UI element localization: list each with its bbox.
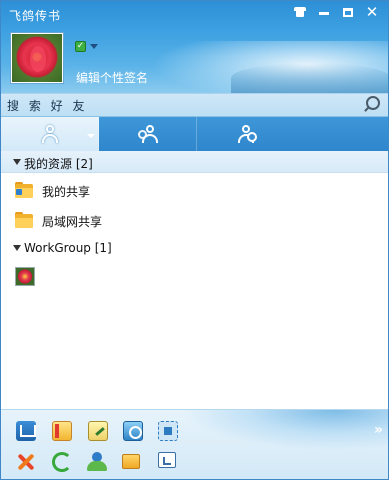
person-icon	[41, 125, 59, 143]
main-window: 飞鸽传书 ✕ ✓ 编辑个性签名 搜 索 好 友 我的资源 [2] 我的共享 局域…	[0, 0, 389, 480]
item-label: 我的共享	[42, 185, 91, 199]
second-person	[138, 130, 147, 139]
recent-contacts-icon	[237, 125, 257, 143]
shirt-icon	[294, 7, 306, 17]
tab-groups[interactable]	[99, 117, 197, 151]
contact-list: 我的资源 [2] 我的共享 局域网共享 WorkGroup [1]	[1, 151, 388, 409]
more-tools-icon[interactable]: »	[374, 422, 383, 438]
refresh-icon[interactable]	[52, 452, 72, 472]
expand-arrow-icon[interactable]	[13, 245, 21, 251]
group-label: WorkGroup [1]	[24, 241, 112, 255]
list-item-lan-share[interactable]: 局域网共享	[1, 206, 388, 236]
expand-arrow-icon[interactable]	[13, 159, 21, 165]
group-workgroup[interactable]: WorkGroup [1]	[1, 237, 388, 259]
group-label: 我的资源 [2]	[24, 157, 93, 171]
minimize-icon	[319, 11, 329, 15]
online-status-icon[interactable]: ✓	[75, 41, 86, 52]
search-bar[interactable]: 搜 索 好 友	[1, 93, 388, 117]
person-head	[46, 125, 54, 133]
folder-icon[interactable]	[122, 454, 140, 469]
people-icon	[138, 125, 159, 143]
user-manager-icon[interactable]	[87, 452, 107, 472]
signature-field[interactable]: 编辑个性签名	[76, 69, 148, 86]
lan-folder-icon	[15, 212, 33, 228]
window-controls: ✕	[288, 3, 384, 21]
clock-icon	[247, 132, 257, 142]
tools-icon[interactable]	[16, 452, 36, 472]
person-head	[146, 125, 154, 133]
tab-recent[interactable]	[197, 117, 295, 151]
bottom-toolbar: »	[1, 409, 388, 479]
avatar[interactable]	[11, 33, 63, 83]
screenshot-icon[interactable]	[123, 421, 143, 441]
notes-icon[interactable]	[88, 421, 108, 441]
maximize-icon	[343, 7, 353, 17]
close-button[interactable]: ✕	[360, 3, 384, 21]
toolbar-background	[181, 410, 388, 450]
notebook-icon[interactable]	[52, 421, 72, 441]
flower-image	[30, 46, 46, 72]
maximize-button[interactable]	[336, 3, 360, 21]
close-icon: ✕	[365, 2, 379, 21]
group-my-resources[interactable]: 我的资源 [2]	[1, 151, 388, 173]
folder-front	[15, 218, 33, 228]
item-label: 局域网共享	[42, 215, 103, 229]
search-icon[interactable]	[366, 96, 380, 110]
share-mark	[16, 189, 22, 195]
skin-button[interactable]	[288, 3, 312, 21]
status-dropdown-icon[interactable]	[90, 44, 98, 49]
header-panel: 飞鸽传书 ✕ ✓ 编辑个性签名	[1, 1, 388, 93]
minimize-button[interactable]	[312, 3, 336, 21]
chevron-down-icon[interactable]	[87, 134, 95, 138]
user-avatar-icon[interactable]	[15, 267, 35, 286]
capture-icon[interactable]	[158, 421, 178, 441]
window-title: 飞鸽传书	[9, 9, 62, 23]
tab-contacts[interactable]	[1, 117, 99, 151]
header-background-wave	[231, 63, 388, 93]
search-input[interactable]: 搜 索 好 友	[7, 97, 87, 114]
list-item-my-share[interactable]: 我的共享	[1, 176, 388, 206]
save-icon[interactable]	[16, 421, 36, 441]
message-icon[interactable]	[158, 452, 176, 468]
tab-bar	[1, 117, 388, 151]
shared-folder-icon	[15, 182, 33, 198]
person-body	[42, 134, 58, 143]
